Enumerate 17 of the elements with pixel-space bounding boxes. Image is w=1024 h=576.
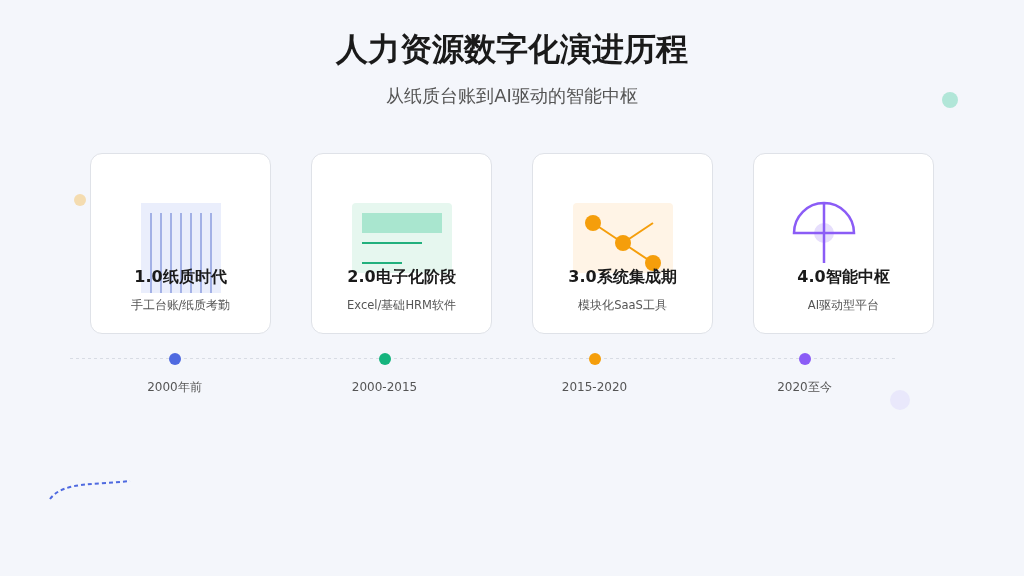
period-label: 2015-2020 [561,379,628,395]
stage-description: Excel/基础HRM软件 [347,297,456,313]
stage-title: 4.0智能中枢 [797,266,890,288]
period-label: 2000-2015 [351,379,418,395]
period-label: 2000年前 [147,379,202,395]
period-label: 2020至今 [777,379,832,395]
stage-title: 2.0电子化阶段 [347,266,456,288]
decorative-dot [942,92,958,108]
stage-description: AI驱动型平台 [807,297,880,313]
slide-subtitle: 从纸质台账到AI驱动的智能中枢 [386,84,638,108]
stage-description: 模块化SaaS工具 [578,297,667,313]
stage-description: 手工台账/纸质考勤 [130,297,231,313]
decorative-dot [74,194,86,206]
slide-title: 人力资源数字化演进历程 [336,29,688,70]
umbrella-icon [792,201,856,265]
stage-title: 1.0纸质时代 [134,266,227,288]
stage-title: 3.0系统集成期 [568,266,677,288]
